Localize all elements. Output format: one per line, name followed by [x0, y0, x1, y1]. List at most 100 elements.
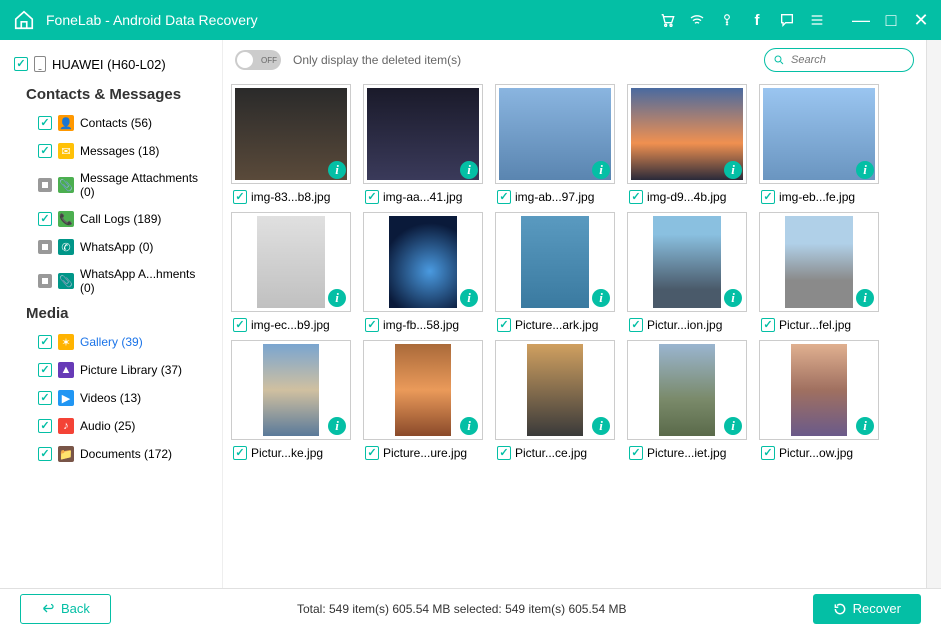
thumb-checkbox[interactable] [365, 446, 379, 460]
sidebar-item[interactable]: ✆WhatsApp (0) [8, 235, 214, 259]
item-checkbox[interactable] [38, 447, 52, 461]
info-icon[interactable]: i [856, 289, 874, 307]
thumbnail-image[interactable]: i [759, 340, 879, 440]
item-checkbox[interactable] [38, 419, 52, 433]
thumb-checkbox[interactable] [629, 190, 643, 204]
info-icon[interactable]: i [724, 417, 742, 435]
search-input[interactable] [791, 54, 901, 66]
info-icon[interactable]: i [460, 417, 478, 435]
item-checkbox[interactable] [38, 144, 52, 158]
thumb-checkbox[interactable] [233, 318, 247, 332]
chat-icon[interactable] [779, 12, 795, 28]
item-checkbox[interactable] [38, 212, 52, 226]
item-checkbox[interactable] [38, 274, 52, 288]
thumb-checkbox[interactable] [761, 446, 775, 460]
minimize-button[interactable]: — [853, 12, 869, 28]
sidebar-item[interactable]: ▲Picture Library (37) [8, 358, 214, 382]
thumbnail[interactable]: iPicture...ark.jpg [495, 212, 623, 332]
thumb-checkbox[interactable] [761, 190, 775, 204]
thumbnail-image[interactable]: i [759, 212, 879, 312]
thumbnail[interactable]: iPictur...ion.jpg [627, 212, 755, 332]
recover-button[interactable]: Recover [813, 594, 921, 624]
thumbnail-image[interactable]: i [495, 212, 615, 312]
sidebar-item[interactable]: ♪Audio (25) [8, 414, 214, 438]
device-checkbox[interactable] [14, 57, 28, 71]
thumbnail[interactable]: iPictur...ow.jpg [759, 340, 887, 460]
info-icon[interactable]: i [856, 161, 874, 179]
device-row[interactable]: HUAWEI (H60-L02) [8, 52, 214, 76]
info-icon[interactable]: i [460, 289, 478, 307]
item-checkbox[interactable] [38, 240, 52, 254]
thumb-checkbox[interactable] [629, 446, 643, 460]
home-icon[interactable] [12, 8, 36, 32]
thumbnail-image[interactable]: i [627, 212, 747, 312]
thumb-checkbox[interactable] [497, 318, 511, 332]
thumbnail[interactable]: iimg-ab...97.jpg [495, 84, 623, 204]
item-checkbox[interactable] [38, 116, 52, 130]
thumbnail[interactable]: iPictur...fel.jpg [759, 212, 887, 332]
thumb-checkbox[interactable] [365, 190, 379, 204]
thumbnail-image[interactable]: i [759, 84, 879, 184]
facebook-icon[interactable]: f [749, 12, 765, 28]
thumb-checkbox[interactable] [761, 318, 775, 332]
back-button[interactable]: Back [20, 594, 111, 624]
sidebar-item[interactable]: 📎Message Attachments (0) [8, 167, 214, 203]
scrollbar[interactable] [927, 40, 941, 588]
info-icon[interactable]: i [856, 417, 874, 435]
thumbnail-image[interactable]: i [231, 212, 351, 312]
sidebar-item[interactable]: 📎WhatsApp A...hments (0) [8, 263, 214, 299]
thumbnail-image[interactable]: i [231, 340, 351, 440]
maximize-button[interactable]: □ [883, 12, 899, 28]
thumbnail[interactable]: iimg-ec...b9.jpg [231, 212, 359, 332]
thumbnail-image[interactable]: i [495, 84, 615, 184]
item-checkbox[interactable] [38, 391, 52, 405]
sidebar-item[interactable]: 📁Documents (172) [8, 442, 214, 466]
thumb-checkbox[interactable] [365, 318, 379, 332]
thumbnail-image[interactable]: i [231, 84, 351, 184]
sidebar-item[interactable]: 📞Call Logs (189) [8, 207, 214, 231]
thumbnail-image[interactable]: i [363, 340, 483, 440]
close-button[interactable]: ✕ [913, 12, 929, 28]
thumbnail-image[interactable]: i [495, 340, 615, 440]
menu-icon[interactable] [809, 12, 825, 28]
thumbnail[interactable]: iimg-d9...4b.jpg [627, 84, 755, 204]
item-checkbox[interactable] [38, 363, 52, 377]
info-icon[interactable]: i [592, 289, 610, 307]
item-checkbox[interactable] [38, 335, 52, 349]
thumb-checkbox[interactable] [497, 446, 511, 460]
thumb-checkbox[interactable] [497, 190, 511, 204]
thumbnail[interactable]: iPicture...ure.jpg [363, 340, 491, 460]
thumbnail[interactable]: iPictur...ce.jpg [495, 340, 623, 460]
thumbnail-image[interactable]: i [363, 212, 483, 312]
info-icon[interactable]: i [328, 289, 346, 307]
sidebar-item[interactable]: ✶Gallery (39) [8, 330, 214, 354]
thumbnail-image[interactable]: i [627, 84, 747, 184]
info-icon[interactable]: i [592, 161, 610, 179]
key-icon[interactable] [719, 12, 735, 28]
sidebar-item[interactable]: ▶Videos (13) [8, 386, 214, 410]
thumbnail-image[interactable]: i [363, 84, 483, 184]
thumbnail-image[interactable]: i [627, 340, 747, 440]
info-icon[interactable]: i [328, 417, 346, 435]
wifi-icon[interactable] [689, 12, 705, 28]
info-icon[interactable]: i [328, 161, 346, 179]
info-icon[interactable]: i [724, 161, 742, 179]
thumbnail[interactable]: iimg-aa...41.jpg [363, 84, 491, 204]
sidebar-item[interactable]: ✉Messages (18) [8, 139, 214, 163]
info-icon[interactable]: i [724, 289, 742, 307]
thumb-checkbox[interactable] [629, 318, 643, 332]
thumbnail[interactable]: iimg-83...b8.jpg [231, 84, 359, 204]
thumbnail[interactable]: iPicture...iet.jpg [627, 340, 755, 460]
cart-icon[interactable] [659, 12, 675, 28]
deleted-only-toggle[interactable]: OFF [235, 50, 281, 70]
thumbnail[interactable]: iimg-fb...58.jpg [363, 212, 491, 332]
sidebar-item[interactable]: 👤Contacts (56) [8, 111, 214, 135]
thumbnail[interactable]: iPictur...ke.jpg [231, 340, 359, 460]
search-box[interactable] [764, 48, 914, 72]
info-icon[interactable]: i [592, 417, 610, 435]
thumb-checkbox[interactable] [233, 190, 247, 204]
item-checkbox[interactable] [38, 178, 52, 192]
info-icon[interactable]: i [460, 161, 478, 179]
thumbnail[interactable]: iimg-eb...fe.jpg [759, 84, 887, 204]
thumb-checkbox[interactable] [233, 446, 247, 460]
